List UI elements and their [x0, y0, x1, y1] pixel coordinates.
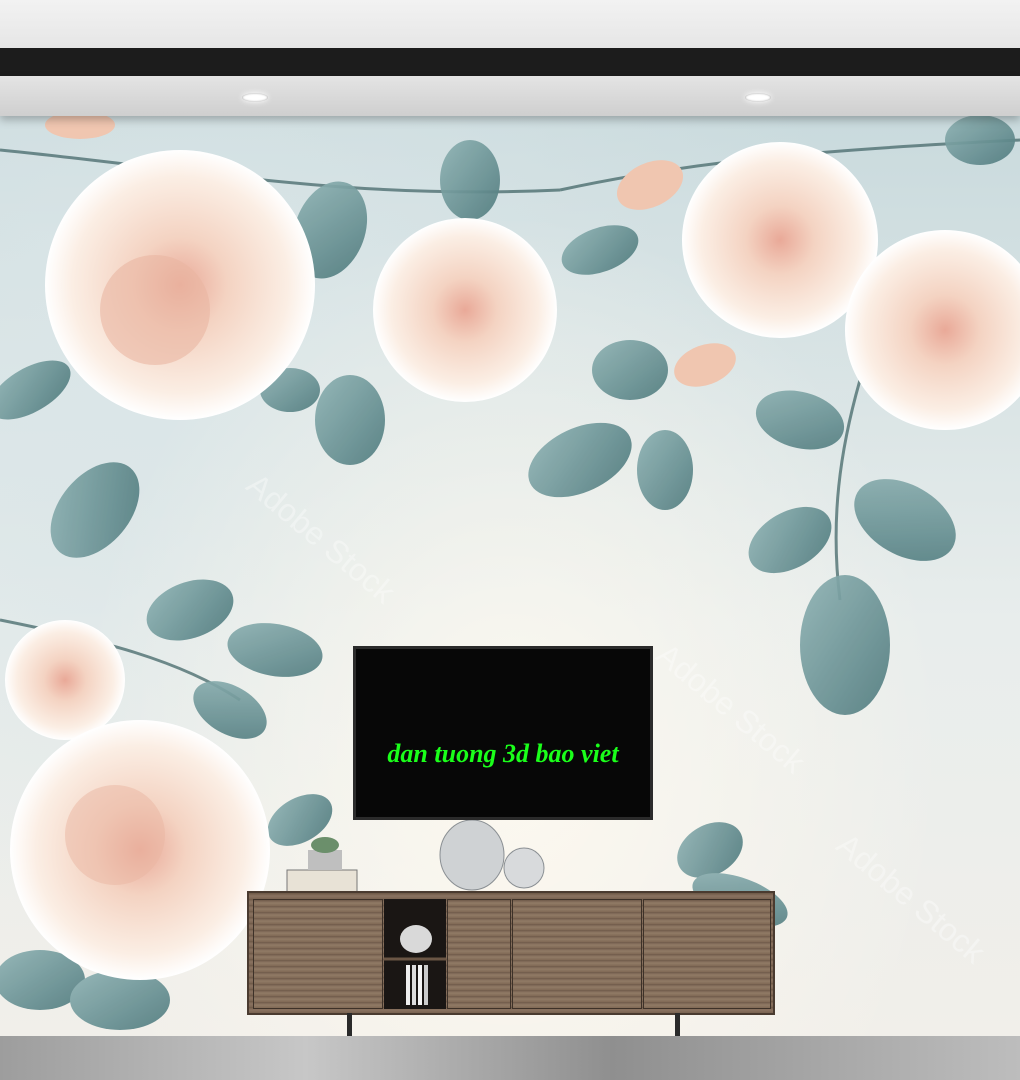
- living-room-scene: Adobe Stock Adobe Stock Adobe Stock dan …: [0, 0, 1020, 1080]
- shelf-decor: [384, 925, 446, 1005]
- cabinet-door: [643, 899, 771, 1009]
- cabinet-open-shelf: [384, 899, 446, 1009]
- ceiling-soffit: [0, 76, 1020, 116]
- cabinet-door: [447, 899, 511, 1009]
- downlight: [242, 93, 268, 102]
- tv-caption: dan tuong 3d bao viet: [387, 739, 619, 768]
- television: dan tuong 3d bao viet: [353, 646, 653, 820]
- tv-cabinet: [247, 891, 775, 1015]
- cabinet-door: [253, 899, 383, 1009]
- marble-floor: [0, 1036, 1020, 1080]
- downlight: [745, 93, 771, 102]
- cabinet-door: [512, 899, 642, 1009]
